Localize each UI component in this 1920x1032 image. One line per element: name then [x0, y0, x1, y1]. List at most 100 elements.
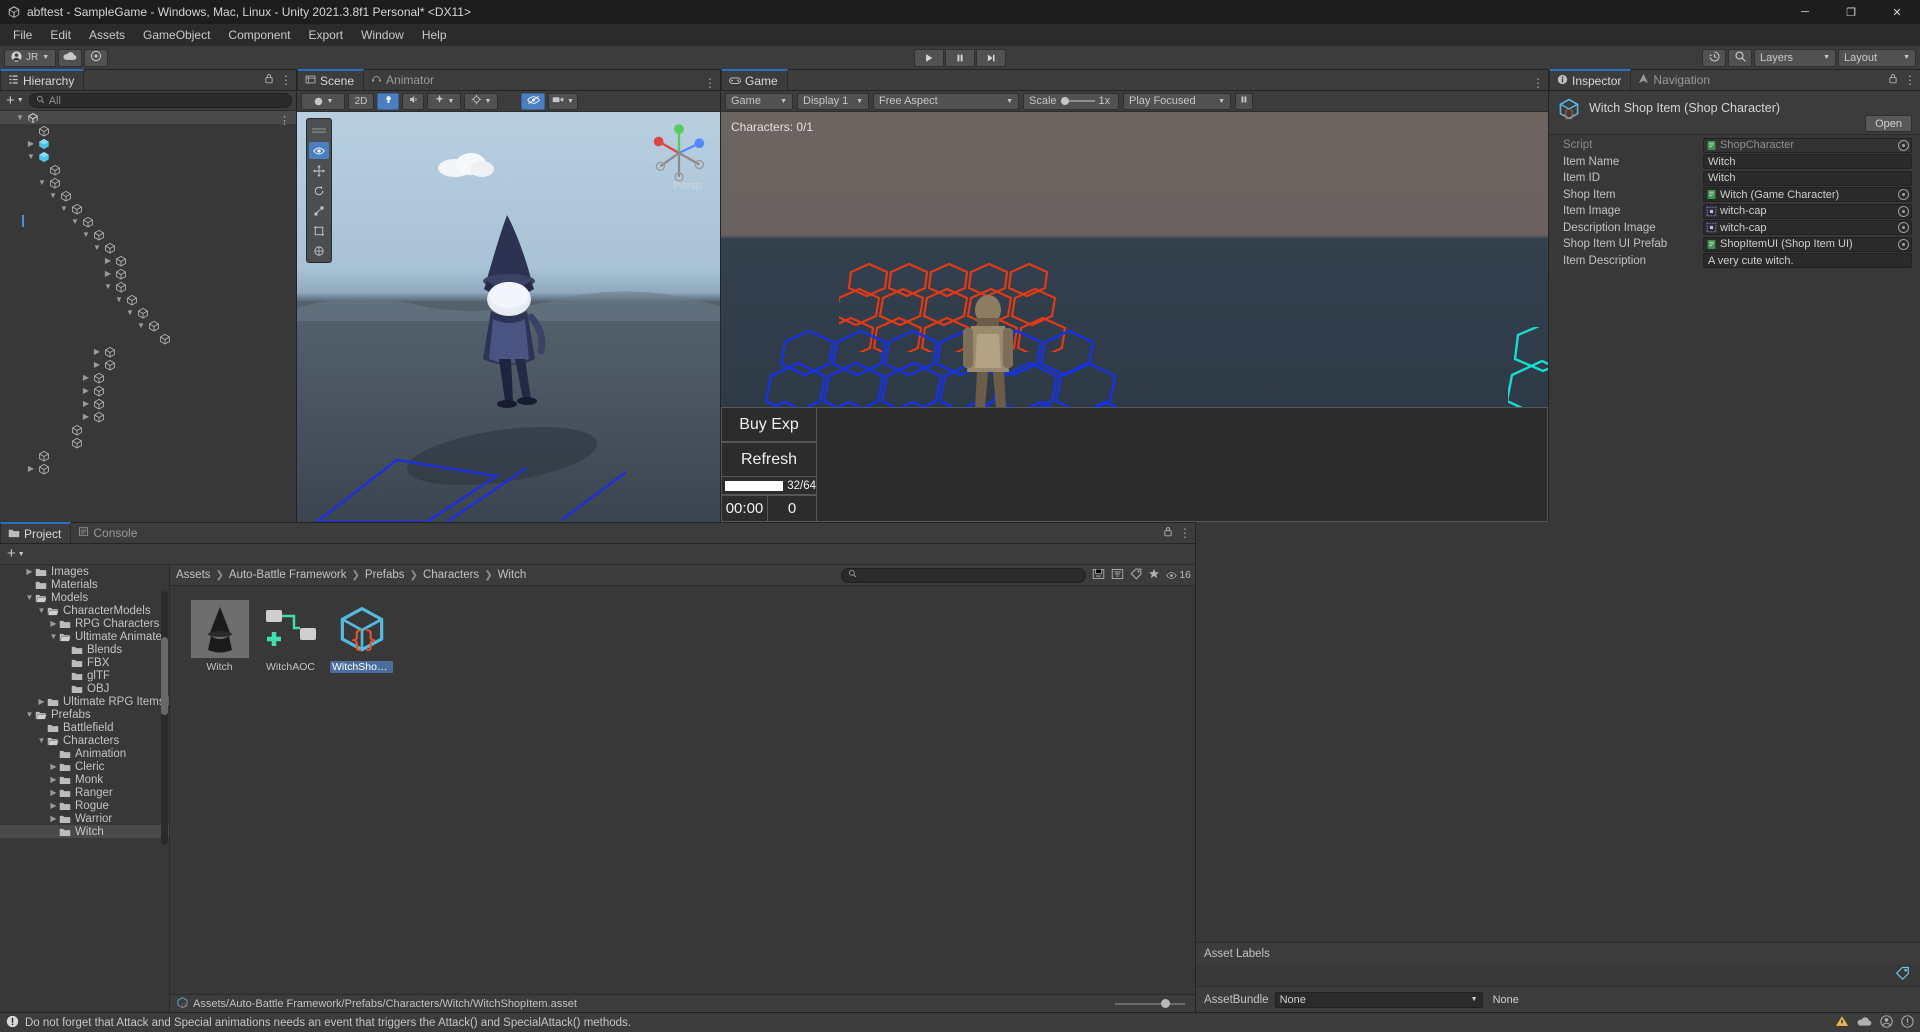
tab-navigation[interactable]: Navigation [1631, 69, 1719, 90]
hierarchy-row[interactable]: ▶ [0, 384, 296, 397]
tab-hierarchy[interactable]: Hierarchy [0, 69, 85, 90]
tab-inspector[interactable]: Inspector [1549, 69, 1632, 90]
project-tree-row[interactable]: ▶ Battlefield [0, 721, 169, 734]
inspector-tab-options[interactable]: ⋮ [1888, 73, 1916, 87]
disclosure-arrow-down-icon[interactable]: ▼ [48, 632, 59, 641]
breadcrumb-segment[interactable]: Witch [498, 569, 527, 581]
inspector-object-field[interactable]: witch-cap [1703, 203, 1912, 219]
maximize-button[interactable]: ❐ [1828, 0, 1874, 24]
hierarchy-tab-options[interactable]: ⋮ [264, 73, 292, 87]
disclosure-arrow-down-icon[interactable]: ▼ [91, 243, 103, 252]
project-tree-row[interactable]: ▶ Animation [0, 747, 169, 760]
project-tree-row[interactable]: ▼ Prefabs [0, 708, 169, 721]
hierarchy-row[interactable]: ▼ [0, 189, 296, 202]
asset-item[interactable]: {} WitchShopI... [330, 598, 393, 673]
project-tree-row[interactable]: ▶ Cleric [0, 760, 169, 773]
rect-tool-icon[interactable] [309, 222, 329, 239]
kebab-menu-icon[interactable]: ⋮ [280, 74, 292, 86]
game-tab-options[interactable]: ⋮ [1532, 77, 1544, 89]
mute-audio-button[interactable] [1235, 92, 1253, 110]
tab-scene[interactable]: Scene [297, 69, 365, 90]
display-dropdown[interactable]: Display 1 ▼ [797, 92, 869, 110]
overlay-grip-icon[interactable] [309, 122, 329, 139]
hierarchy-row[interactable]: ▼ [0, 202, 296, 215]
hand-tool-icon[interactable] [309, 142, 329, 159]
inspector-text-field[interactable]: Witch [1703, 170, 1912, 186]
project-tree-scrollbar[interactable] [161, 591, 168, 845]
breadcrumb-segment[interactable]: Characters [423, 569, 479, 581]
hierarchy-row[interactable]: ▼ [0, 280, 296, 293]
disclosure-arrow-right-icon[interactable]: ▶ [48, 619, 59, 628]
menu-edit[interactable]: Edit [41, 24, 80, 46]
buy-exp-button[interactable]: Buy Exp [721, 407, 817, 442]
hierarchy-tree[interactable]: ⋮ ▼ ▶ ▶ ▼ ▶ ▼ ▼ ▼ ▼ ▼ ▼ ▶ ▶ ▼ ▼ ▼ ▼ ▶ ▶ ▶ ▶ ▶ ▶ ▶ ▶ ▶ ▶ ▶ [0, 111, 296, 522]
create-asset-button[interactable]: + ▼ [5, 546, 27, 561]
disclosure-arrow-down-icon[interactable]: ▼ [24, 593, 35, 602]
close-button[interactable]: ✕ [1874, 0, 1920, 24]
menu-file[interactable]: File [4, 24, 41, 46]
project-tree-row[interactable]: ▼ Models [0, 591, 169, 604]
save-search-icon[interactable] [1092, 568, 1105, 583]
disclosure-arrow-down-icon[interactable]: ▼ [135, 321, 147, 330]
scene-tool-overlay[interactable] [306, 118, 332, 263]
project-tree-row[interactable]: ▶ glTF [0, 669, 169, 682]
disclosure-arrow-down-icon[interactable]: ▼ [102, 282, 114, 291]
scene-audio-toggle[interactable] [402, 92, 424, 110]
menu-gameobject[interactable]: GameObject [134, 24, 219, 46]
assetbundle-dropdown[interactable]: None ▼ [1274, 991, 1483, 1008]
asset-grid[interactable]: Witch WitchAOC {} WitchShopI... [170, 586, 1195, 994]
transform-tool-icon[interactable] [309, 242, 329, 259]
services-button[interactable] [84, 48, 109, 67]
breadcrumb-segment[interactable]: Assets [176, 569, 211, 581]
project-tree-row[interactable]: ▶ Blends [0, 643, 169, 656]
disclosure-arrow-down-icon[interactable]: ▼ [36, 736, 47, 745]
lock-icon[interactable] [1888, 73, 1898, 87]
hierarchy-row[interactable]: ▼ [0, 293, 296, 306]
tab-console[interactable]: Console [71, 522, 146, 543]
project-tree-row[interactable]: ▶ Images [0, 565, 169, 578]
disclosure-arrow-right-icon[interactable]: ▶ [36, 697, 47, 706]
project-tab-options[interactable]: ⋮ [1163, 526, 1191, 540]
move-tool-icon[interactable] [309, 162, 329, 179]
hierarchy-row[interactable]: ▶ [0, 124, 296, 137]
cloud-button[interactable] [58, 48, 83, 67]
disclosure-arrow-right-icon[interactable]: ▶ [80, 412, 92, 421]
play-focus-dropdown[interactable]: Play Focused ▼ [1123, 92, 1231, 110]
assetbundle-variant[interactable]: None [1489, 992, 1559, 1008]
asset-zoom-slider[interactable] [1115, 999, 1185, 1008]
breadcrumb-segment[interactable]: Auto-Battle Framework [229, 569, 347, 581]
tab-animator[interactable]: Animator [364, 69, 443, 90]
play-button[interactable] [914, 48, 944, 67]
hierarchy-row[interactable]: ▶ [0, 345, 296, 358]
aspect-dropdown[interactable]: Free Aspect ▼ [873, 92, 1019, 110]
hierarchy-row[interactable]: ▶ [0, 371, 296, 384]
hierarchy-search-input[interactable]: All [28, 93, 292, 108]
disclosure-arrow-right-icon[interactable]: ▶ [80, 399, 92, 408]
scene-lighting-toggle[interactable] [377, 92, 399, 110]
kebab-menu-icon[interactable]: ⋮ [704, 77, 716, 89]
disclosure-arrow-right-icon[interactable]: ▶ [48, 762, 59, 771]
hierarchy-row[interactable]: ▼ [0, 228, 296, 241]
refresh-button[interactable]: Refresh [721, 442, 817, 477]
view-2d-toggle[interactable]: 2D [348, 92, 374, 110]
disclosure-arrow-down-icon[interactable]: ▼ [58, 204, 70, 213]
disclosure-arrow-down-icon[interactable]: ▼ [24, 710, 35, 719]
project-tree-row[interactable]: ▶ OBJ [0, 682, 169, 695]
tag-icon[interactable] [1895, 966, 1910, 984]
hierarchy-row[interactable]: ▼ [0, 306, 296, 319]
project-tree-row[interactable]: ▼ CharacterModels [0, 604, 169, 617]
hierarchy-row[interactable]: ▼ [0, 319, 296, 332]
breadcrumb[interactable]: Assets ❯ Auto-Battle Framework ❯ Prefabs ❯ Cha… [176, 569, 526, 581]
disclosure-arrow-right-icon[interactable]: ▶ [25, 464, 37, 473]
hierarchy-row[interactable]: ▶ [0, 332, 296, 345]
breadcrumb-segment[interactable]: Prefabs [365, 569, 405, 581]
hierarchy-row[interactable]: ▶ [0, 254, 296, 267]
scene-camera-dropdown[interactable]: ▼ [548, 92, 578, 110]
account-button[interactable]: JR ▼ [4, 48, 57, 67]
menu-window[interactable]: Window [352, 24, 413, 46]
disclosure-arrow-down-icon[interactable]: ▼ [69, 217, 81, 226]
disclosure-arrow-down-icon[interactable]: ▼ [80, 230, 92, 239]
hierarchy-row[interactable]: ▶ [0, 410, 296, 423]
scene-fx-dropdown[interactable]: ▼ [427, 92, 461, 110]
project-search-input[interactable] [841, 567, 1087, 583]
